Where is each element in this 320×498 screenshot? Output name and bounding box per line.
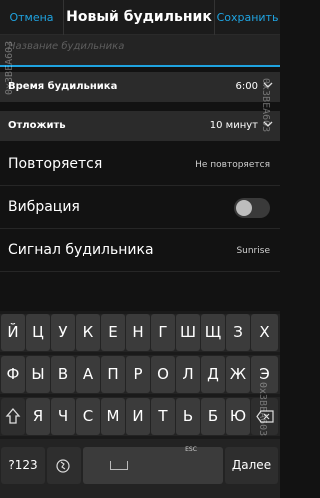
space-icon: [110, 461, 128, 470]
key-row3[interactable]: Я: [26, 398, 50, 435]
repeat-setting[interactable]: Повторяется Не повторяется: [0, 144, 280, 186]
key-row1[interactable]: Й: [1, 314, 25, 351]
key-row1[interactable]: У: [51, 314, 75, 351]
alarm-time-dropdown[interactable]: Время будильника 6:00: [0, 72, 280, 102]
key-row1[interactable]: К: [76, 314, 100, 351]
enter-key[interactable]: Далее: [225, 447, 278, 484]
alarm-sound-setting[interactable]: Сигнал будильника Sunrise: [0, 230, 280, 272]
key-row3[interactable]: И: [126, 398, 150, 435]
vibration-setting: Вибрация: [0, 187, 280, 229]
key-row3[interactable]: М: [101, 398, 125, 435]
key-row2[interactable]: В: [51, 356, 75, 393]
key-row2[interactable]: П: [101, 356, 125, 393]
alarm-sound-value: Sunrise: [236, 246, 270, 256]
page-title: Новый будильник: [66, 9, 212, 25]
alarm-name-placeholder: Название будильника: [8, 41, 125, 52]
virtual-keyboard: Й Ц У К Е Н Г Ш Щ З Х Ф Ы В А П Р О Л Д …: [0, 311, 280, 498]
shift-key[interactable]: [1, 398, 25, 435]
key-row3[interactable]: С: [76, 398, 100, 435]
key-row1[interactable]: Г: [151, 314, 175, 351]
title-bar: Отмена Новый будильник Сохранить: [0, 0, 280, 35]
key-row1[interactable]: З: [226, 314, 250, 351]
key-row2[interactable]: Р: [126, 356, 150, 393]
key-row2[interactable]: Д: [201, 356, 225, 393]
save-button[interactable]: Сохранить: [214, 0, 280, 35]
key-row2[interactable]: Ы: [26, 356, 50, 393]
toggle-knob: [236, 200, 252, 216]
cancel-button[interactable]: Отмена: [0, 0, 64, 35]
globe-key[interactable]: [47, 447, 81, 484]
key-row1[interactable]: Х: [251, 314, 278, 351]
snooze-value: 10 минут: [209, 120, 258, 131]
vibration-label: Вибрация: [8, 199, 80, 215]
key-row3[interactable]: Б: [201, 398, 225, 435]
alarm-name-input[interactable]: Название будильника: [0, 35, 280, 67]
watermark: 0x3BEA603: [4, 40, 15, 95]
key-row3[interactable]: Ч: [51, 398, 75, 435]
symbols-key[interactable]: ?123: [1, 447, 45, 484]
vibration-toggle[interactable]: [234, 198, 270, 218]
alarm-time-value: 6:00: [235, 81, 258, 92]
input-focus-underline: [0, 65, 280, 67]
key-row2[interactable]: Ф: [1, 356, 25, 393]
snooze-dropdown[interactable]: Отложить 10 минут: [0, 111, 280, 141]
space-key[interactable]: ESC: [83, 446, 223, 484]
keyboard-divider: [0, 394, 280, 397]
repeat-value: Не повторяется: [195, 160, 270, 170]
key-row2[interactable]: А: [76, 356, 100, 393]
watermark: 0x3BEA603: [257, 382, 268, 437]
key-row3[interactable]: Т: [151, 398, 175, 435]
key-row2[interactable]: Ж: [226, 356, 250, 393]
esc-hint: ESC: [185, 446, 197, 453]
key-row1[interactable]: Ш: [176, 314, 200, 351]
key-row3[interactable]: Ь: [176, 398, 200, 435]
key-row1[interactable]: Щ: [201, 314, 225, 351]
keyboard-divider: [0, 352, 280, 355]
shift-icon: [5, 408, 21, 424]
snooze-label: Отложить: [8, 120, 66, 131]
key-row3[interactable]: Ю: [226, 398, 250, 435]
repeat-label: Повторяется: [8, 156, 103, 172]
key-row2[interactable]: О: [151, 356, 175, 393]
watermark: 0x3BEA603: [260, 78, 271, 133]
keyboard-divider: [0, 436, 280, 439]
key-row1[interactable]: Н: [126, 314, 150, 351]
key-row2[interactable]: Л: [176, 356, 200, 393]
globe-icon: [56, 459, 70, 473]
alarm-sound-label: Сигнал будильника: [8, 242, 154, 258]
alarm-time-label: Время будильника: [8, 81, 118, 92]
key-row1[interactable]: Е: [101, 314, 125, 351]
key-row1[interactable]: Ц: [26, 314, 50, 351]
